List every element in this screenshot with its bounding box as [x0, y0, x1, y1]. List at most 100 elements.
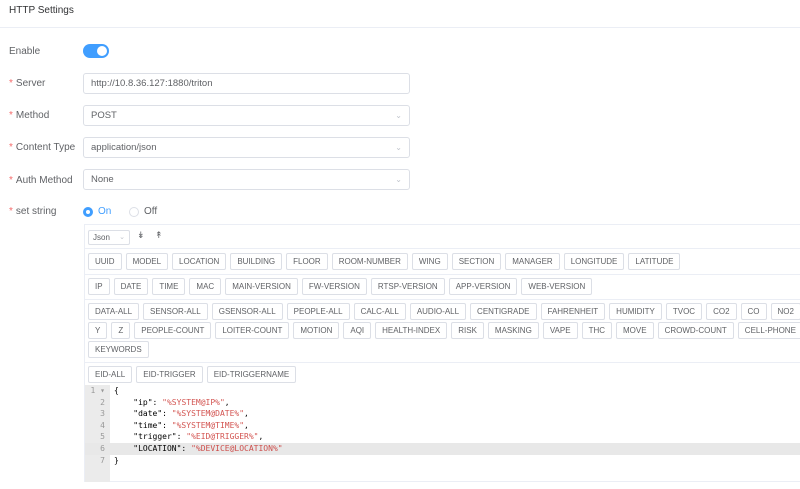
server-input[interactable]: http://10.8.36.127:1880/triton [83, 73, 410, 94]
variable-button[interactable]: DATA-ALL [88, 303, 140, 320]
variable-button[interactable]: SENSOR-ALL [143, 303, 208, 320]
variable-row-data-2: Y Z PEOPLE-COUNT LOITER-COUNT MOTION AQI HEALT… [88, 322, 800, 339]
code-line: 1 ▾ { [85, 385, 800, 397]
variable-button[interactable]: SECTION [451, 253, 502, 270]
page-title: HTTP Settings [9, 5, 74, 16]
variable-button[interactable]: TVOC [665, 303, 703, 320]
variable-button[interactable]: WEB-VERSION [521, 278, 593, 295]
code-text: "ip": "%SYSTEM@IP%", [114, 397, 230, 407]
collapse-all-icon[interactable]: ↟ [155, 230, 163, 241]
line-number: 4 [100, 420, 105, 430]
variable-button[interactable]: EID-TRIGGER [136, 366, 203, 383]
variable-button[interactable]: MODEL [125, 253, 169, 270]
variable-button[interactable]: APP-VERSION [448, 278, 518, 295]
variable-button[interactable]: MOTION [293, 322, 340, 339]
variable-button[interactable]: LOITER-COUNT [215, 322, 290, 339]
variable-button[interactable]: CROWD-COUNT [657, 322, 734, 339]
variable-button[interactable]: MAIN-VERSION [225, 278, 298, 295]
variable-button[interactable]: THC [581, 322, 613, 339]
chevron-down-icon: ⌄ [119, 234, 125, 241]
variable-button[interactable]: FLOOR [286, 253, 328, 270]
variable-button[interactable]: CELL-PHONE [737, 322, 800, 339]
variable-button[interactable]: LOCATION [172, 253, 227, 270]
variable-button[interactable]: NO2 [770, 303, 800, 320]
format-select[interactable]: Json ⌄ [88, 230, 130, 245]
variable-button[interactable]: KEYWORDS [88, 341, 149, 358]
radio-off[interactable]: Off [129, 206, 157, 217]
variable-button[interactable]: Y [88, 322, 108, 339]
code-line: 5 "trigger": "%EID@TRIGGER%", [85, 431, 800, 443]
variable-button[interactable]: PEOPLE-ALL [286, 303, 350, 320]
variable-button[interactable]: PEOPLE-COUNT [134, 322, 212, 339]
enable-label: Enable [9, 46, 41, 57]
code-line: 4 "time": "%SYSTEM@TIME%", [85, 420, 800, 432]
template-editor: Json ⌄ ↡ ↟ UUID MODEL LOCATION BUILDING FLOOR… [84, 224, 800, 482]
variable-button[interactable]: RTSP-VERSION [370, 278, 445, 295]
variable-button[interactable]: RISK [451, 322, 484, 339]
auth-method-label: * Auth Method [9, 175, 73, 186]
variable-row-data-3: KEYWORDS [88, 341, 149, 358]
variable-button[interactable]: LONGITUDE [563, 253, 625, 270]
variable-button[interactable]: UUID [88, 253, 122, 270]
server-label: * Server [9, 78, 46, 89]
variable-button[interactable]: EID-TRIGGERNAME [206, 366, 297, 383]
variable-button[interactable]: MAC [189, 278, 222, 295]
code-line: 2 "ip": "%SYSTEM@IP%", [85, 397, 800, 409]
chevron-down-icon: ⌄ [395, 143, 402, 152]
variable-button[interactable]: MANAGER [505, 253, 560, 270]
variable-button[interactable]: AUDIO-ALL [409, 303, 467, 320]
variable-row-eid: EID-ALL EID-TRIGGER EID-TRIGGERNAME [88, 366, 297, 383]
variable-row-system: IP DATE TIME MAC MAIN-VERSION FW-VERSION RTSP-… [88, 278, 593, 295]
content-type-label: * Content Type [9, 142, 76, 153]
content-type-select[interactable]: application/json ⌄ [83, 137, 410, 158]
line-number: 7 [100, 455, 105, 465]
code-text: } [114, 455, 119, 465]
chevron-down-icon: ⌄ [395, 175, 402, 184]
enable-toggle[interactable] [83, 44, 109, 58]
expand-all-icon[interactable]: ↡ [137, 230, 145, 241]
variable-button[interactable]: HUMIDITY [609, 303, 662, 320]
line-number: 6 [100, 443, 105, 453]
code-text: "time": "%SYSTEM@TIME%", [114, 420, 249, 430]
variable-button[interactable]: GSENSOR-ALL [211, 303, 283, 320]
code-text: "date": "%SYSTEM@DATE%", [114, 409, 249, 419]
variable-button[interactable]: CO [740, 303, 767, 320]
variable-row-data: DATA-ALL SENSOR-ALL GSENSOR-ALL PEOPLE-ALL C… [88, 303, 800, 320]
method-select[interactable]: POST ⌄ [83, 105, 410, 126]
variable-button[interactable]: CALC-ALL [353, 303, 406, 320]
variable-button[interactable]: CO2 [706, 303, 737, 320]
code-line: 6 "LOCATION": "%DEVICE@LOCATION%" [85, 442, 800, 455]
variable-button[interactable]: FAHRENHEIT [540, 303, 606, 320]
variable-button[interactable]: AQI [343, 322, 372, 339]
variable-button[interactable]: WING [411, 253, 448, 270]
variable-button[interactable]: LATITUDE [628, 253, 681, 270]
code-line: 3 "date": "%SYSTEM@DATE%", [85, 408, 800, 420]
variable-button[interactable]: TIME [152, 278, 186, 295]
line-number: 5 [100, 432, 105, 442]
divider [0, 27, 800, 28]
auth-method-select[interactable]: None ⌄ [83, 169, 410, 190]
code-line: 7} [85, 455, 800, 467]
code-editor[interactable]: 1 ▾{2 "ip": "%SYSTEM@IP%", 3 "date": "%SY… [85, 385, 800, 482]
variable-button[interactable]: VAPE [542, 322, 578, 339]
variable-row-device: UUID MODEL LOCATION BUILDING FLOOR ROOM-NUMBE… [88, 253, 681, 270]
variable-button[interactable]: MOVE [616, 322, 654, 339]
line-number: 1 ▾ [90, 386, 105, 395]
line-number: 2 [100, 397, 105, 407]
variable-button[interactable]: Z [111, 322, 131, 339]
code-text: "trigger": "%EID@TRIGGER%", [114, 432, 264, 442]
variable-button[interactable]: CENTIGRADE [470, 303, 537, 320]
variable-button[interactable]: BUILDING [230, 253, 283, 270]
variable-button[interactable]: MASKING [487, 322, 539, 339]
variable-button[interactable]: ROOM-NUMBER [331, 253, 408, 270]
line-number: 3 [100, 409, 105, 419]
variable-button[interactable]: FW-VERSION [301, 278, 367, 295]
variable-button[interactable]: DATE [113, 278, 149, 295]
variable-button[interactable]: HEALTH-INDEX [375, 322, 448, 339]
radio-on[interactable]: On [83, 206, 111, 217]
variable-button[interactable]: IP [88, 278, 110, 295]
variable-button[interactable]: EID-ALL [88, 366, 133, 383]
code-text: { [114, 386, 119, 395]
method-label: * Method [9, 110, 50, 121]
chevron-down-icon: ⌄ [395, 111, 402, 120]
